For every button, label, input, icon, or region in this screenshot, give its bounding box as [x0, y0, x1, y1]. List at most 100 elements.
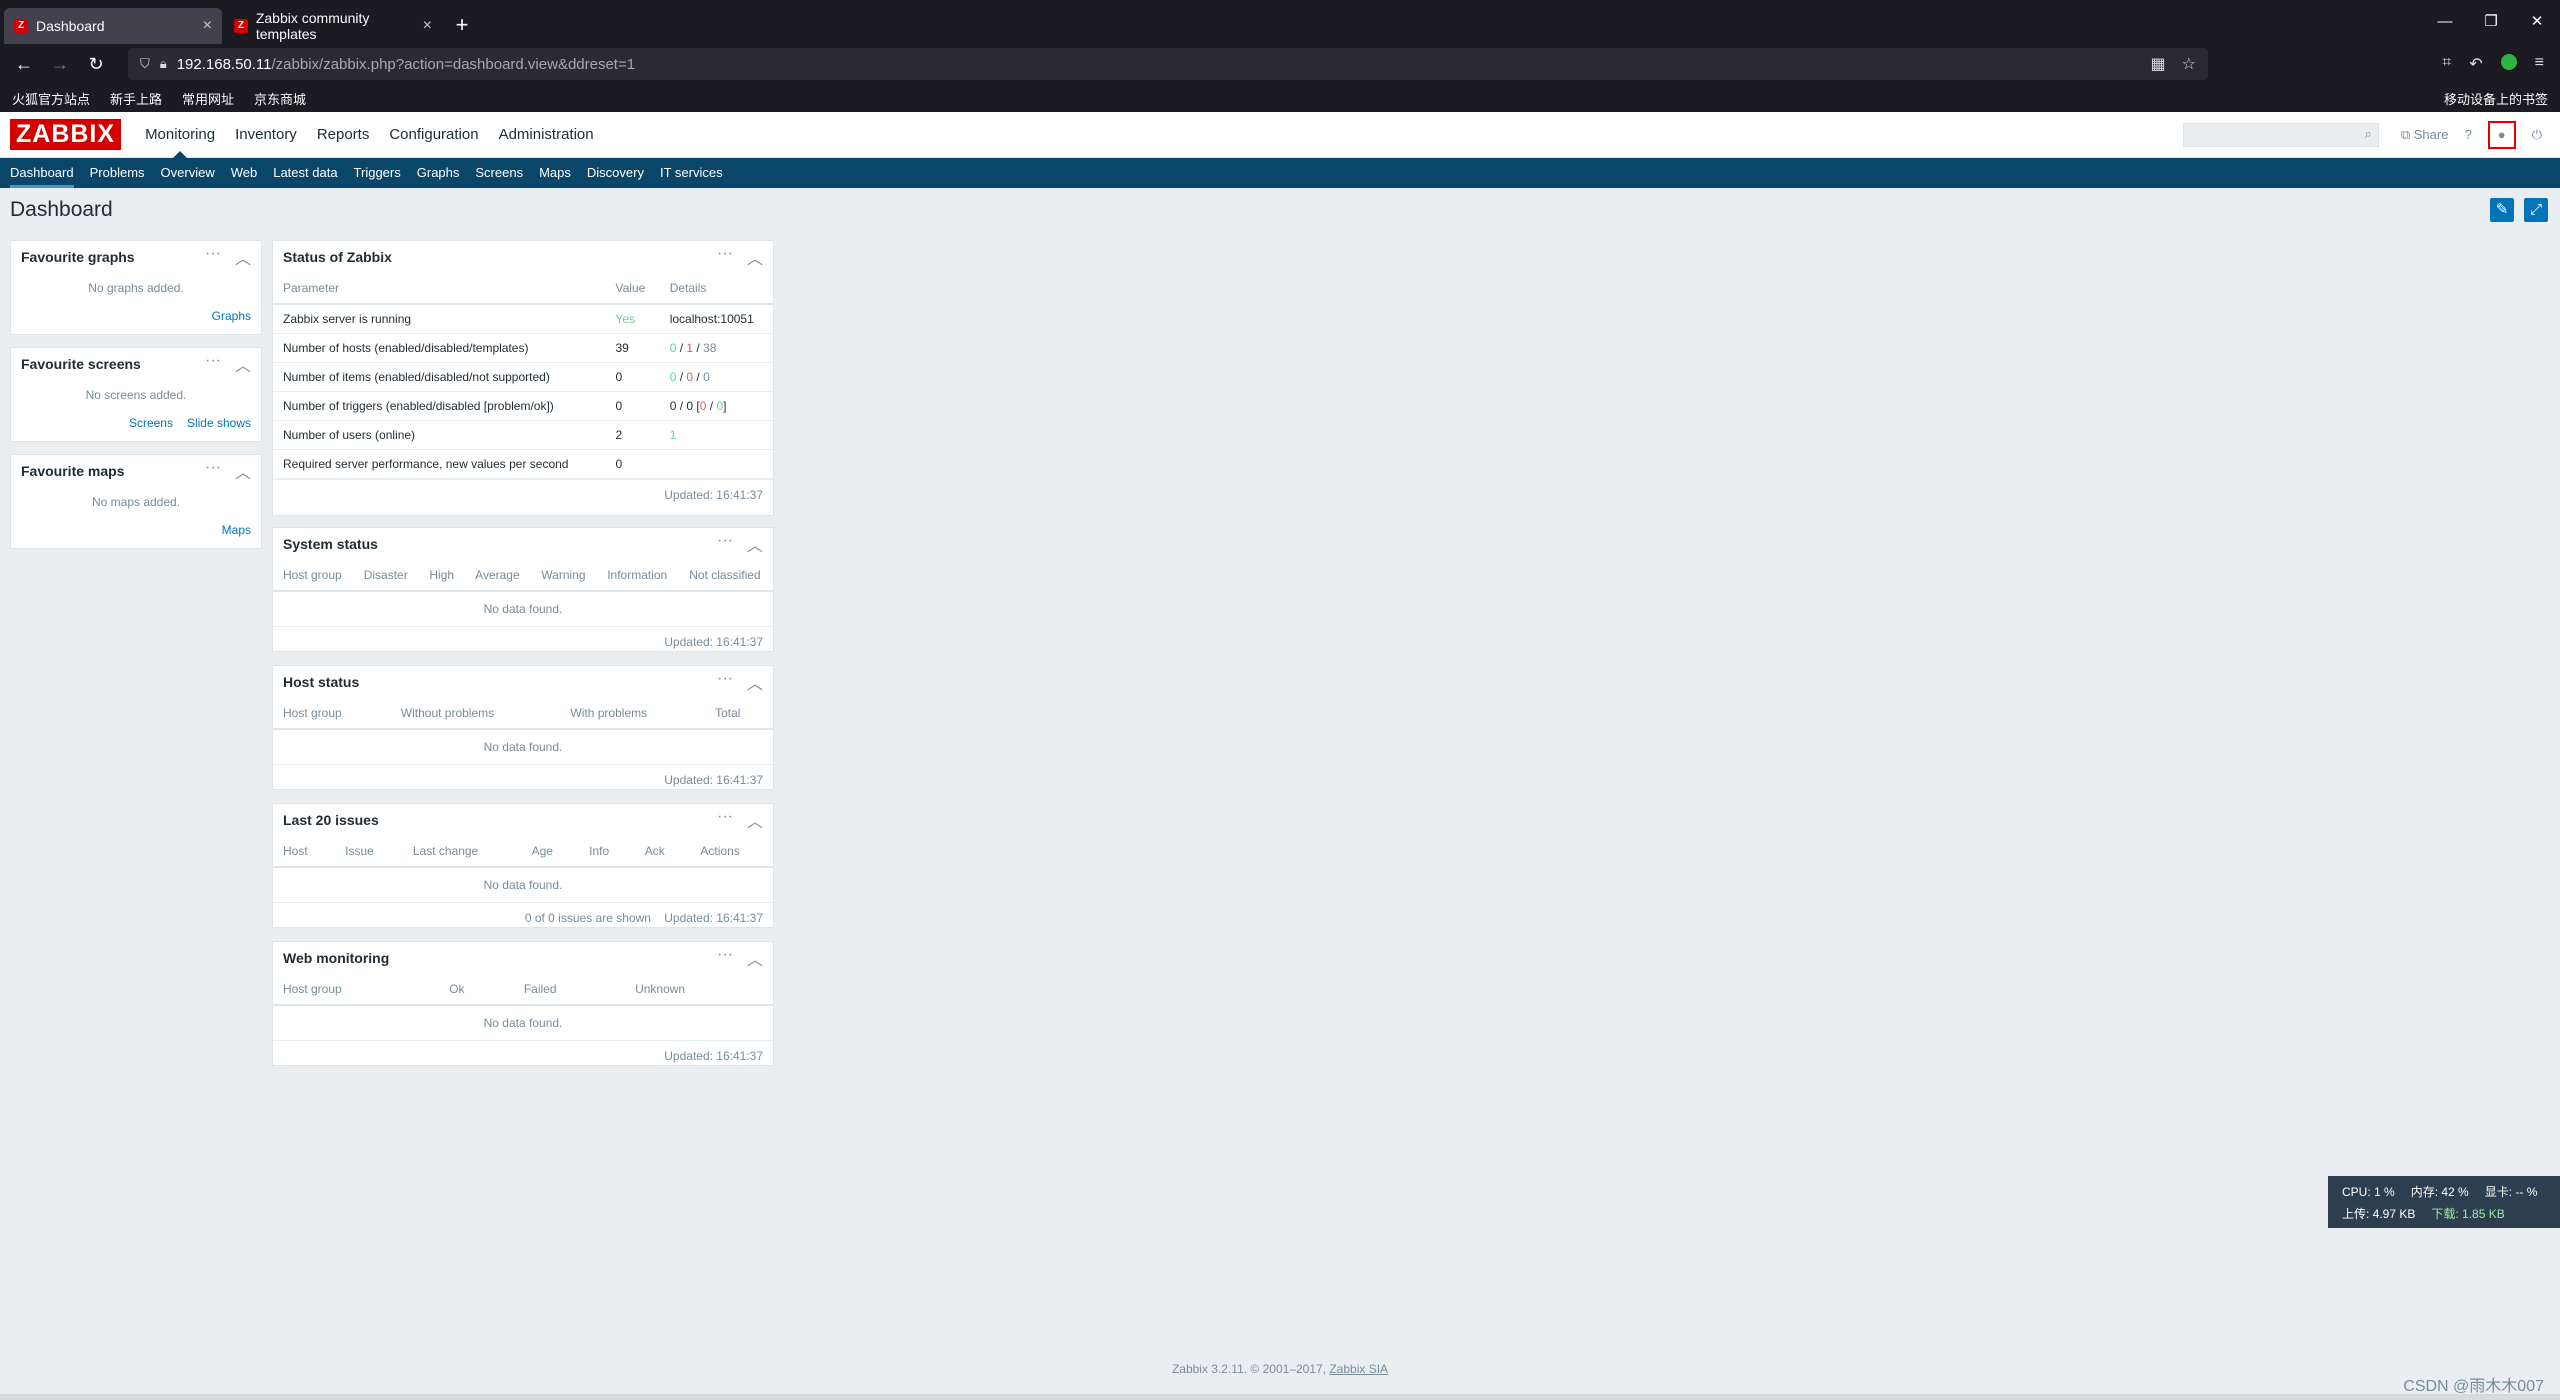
url-bar[interactable]: ⛉ 🔒︎ 192.168.50.11/zabbix/zabbix.php?act…: [128, 48, 2208, 80]
collapse-icon[interactable]: ︿: [747, 808, 763, 832]
col-header: Disaster: [353, 560, 420, 592]
menu-icon[interactable]: ≡: [2535, 54, 2544, 74]
menu-monitoring[interactable]: Monitoring: [135, 112, 225, 158]
collapse-icon[interactable]: ︿: [235, 352, 251, 376]
bookmark-item[interactable]: 常用网址: [182, 89, 234, 108]
updated-time: Updated: 16:41:37: [273, 479, 773, 510]
new-tab-button[interactable]: +: [444, 8, 480, 44]
detail-disabled: 0: [686, 370, 694, 384]
widget-title: Last 20 issues: [283, 812, 379, 828]
tab-label: Dashboard: [36, 18, 105, 34]
submenu-discovery[interactable]: Discovery: [579, 158, 652, 188]
close-tab-icon[interactable]: ×: [423, 17, 432, 35]
url-path: /zabbix/zabbix.php?action=dashboard.view…: [271, 55, 636, 73]
edit-dashboard-button[interactable]: ✎: [2490, 198, 2514, 222]
submenu-maps[interactable]: Maps: [531, 158, 579, 188]
zabbix-logo[interactable]: ZABBIX: [10, 119, 122, 150]
col-header: Without problems: [390, 698, 561, 730]
widget-title: Favourite screens: [21, 356, 141, 372]
mobile-bookmarks[interactable]: 移动设备上的书签: [2444, 89, 2548, 108]
menu-configuration[interactable]: Configuration: [379, 112, 488, 158]
col-header: Host group: [273, 560, 354, 592]
zabbix-sia-link[interactable]: Zabbix SIA: [1329, 1362, 1388, 1376]
submenu-triggers[interactable]: Triggers: [346, 158, 409, 188]
submenu-graphs[interactable]: Graphs: [409, 158, 468, 188]
system-monitor-overlay: CPU: 1 % 内存: 42 % 显卡: -- % 上传: 4.97 KB 下…: [2328, 1176, 2560, 1228]
submenu-dashboard[interactable]: Dashboard: [2, 158, 82, 188]
no-data-text: No data found.: [273, 1006, 773, 1041]
collapse-icon[interactable]: ︿: [235, 459, 251, 483]
submenu-web[interactable]: Web: [223, 158, 266, 188]
crop-icon[interactable]: ⌗: [2442, 54, 2451, 74]
screens-link[interactable]: Screens: [129, 416, 173, 430]
more-icon[interactable]: ···: [717, 245, 733, 269]
details-cell: [659, 449, 773, 479]
value-cell: 0: [605, 449, 660, 479]
search-input[interactable]: ⌕: [2182, 122, 2379, 147]
col-header: Age: [521, 836, 580, 868]
collapse-icon[interactable]: ︿: [747, 670, 763, 694]
bookmark-item[interactable]: 京东商城: [254, 89, 306, 108]
graphs-link[interactable]: Graphs: [212, 309, 251, 323]
logout-icon[interactable]: ⏻: [2532, 127, 2542, 143]
more-icon[interactable]: ···: [205, 245, 221, 269]
menu-reports[interactable]: Reports: [307, 112, 380, 158]
widget-status-of-zabbix: Status of Zabbix ··· ︿ Parameter Value Det…: [272, 240, 774, 516]
collapse-icon[interactable]: ︿: [747, 946, 763, 970]
maps-link[interactable]: Maps: [222, 523, 251, 537]
widget-favourite-graphs: Favourite graphs ··· ︿ No graphs added. Gr…: [10, 240, 262, 335]
submenu-problems[interactable]: Problems: [82, 158, 153, 188]
more-icon[interactable]: ···: [205, 352, 221, 376]
share-button[interactable]: ⧉ Share: [2401, 127, 2449, 143]
minimize-icon[interactable]: —: [2422, 0, 2468, 44]
param-cell: Zabbix server is running: [273, 304, 606, 334]
widget-title: Host status: [283, 674, 360, 690]
submenu-latest-data[interactable]: Latest data: [265, 158, 345, 188]
qr-code-icon[interactable]: ▦: [2151, 54, 2166, 74]
close-window-icon[interactable]: ✕: [2514, 0, 2560, 44]
shield-icon[interactable]: ⛉: [140, 56, 150, 72]
col-header: Last change: [402, 836, 522, 868]
restore-icon[interactable]: ❐: [2468, 0, 2514, 44]
search-icon[interactable]: ⌕: [2365, 126, 2372, 142]
param-cell: Number of users (online): [273, 420, 606, 450]
widget-last-20-issues: Last 20 issues ··· ︿ Host Issue Last chang…: [272, 803, 774, 928]
more-icon[interactable]: ···: [717, 670, 733, 694]
more-icon[interactable]: ···: [717, 946, 733, 970]
submenu-it-services[interactable]: IT services: [652, 158, 731, 188]
col-header: Issue: [335, 836, 403, 868]
back-icon[interactable]: ←: [8, 48, 40, 80]
fullscreen-button[interactable]: ⤢: [2524, 198, 2548, 222]
menu-administration[interactable]: Administration: [489, 112, 604, 158]
more-icon[interactable]: ···: [205, 459, 221, 483]
col-header: Details: [659, 273, 773, 305]
tab-zabbix-templates[interactable]: Z Zabbix community templates ×: [224, 8, 442, 44]
url-host: 192.168.50.11: [176, 55, 272, 73]
bottom-bar: [0, 1394, 2560, 1400]
reload-icon[interactable]: ↻: [80, 48, 112, 80]
bookmark-star-icon[interactable]: ☆: [2182, 54, 2196, 74]
download-speed: 下载: 1.85 KB: [2431, 1207, 2505, 1221]
help-button[interactable]: ?: [2464, 127, 2471, 142]
submenu-overview[interactable]: Overview: [153, 158, 223, 188]
user-profile-button[interactable]: ●: [2487, 120, 2516, 149]
bookmark-item[interactable]: 火狐官方站点: [12, 89, 90, 108]
collapse-icon[interactable]: ︿: [235, 245, 251, 269]
bookmark-item[interactable]: 新手上路: [110, 89, 162, 108]
issues-shown-count: 0 of 0 issues are shown: [524, 911, 651, 925]
tab-dashboard[interactable]: Z Dashboard ×: [4, 8, 222, 44]
close-tab-icon[interactable]: ×: [203, 17, 212, 35]
collapse-icon[interactable]: ︿: [747, 245, 763, 269]
submenu-screens[interactable]: Screens: [467, 158, 531, 188]
extension-icon[interactable]: [2500, 54, 2517, 70]
slide-shows-link[interactable]: Slide shows: [187, 416, 251, 430]
menu-inventory[interactable]: Inventory: [225, 112, 307, 158]
collapse-icon[interactable]: ︿: [747, 532, 763, 556]
more-icon[interactable]: ···: [717, 532, 733, 556]
forward-icon[interactable]: →: [44, 48, 76, 80]
more-icon[interactable]: ···: [717, 808, 733, 832]
tab-bar: Z Dashboard × Z Zabbix community templat…: [0, 0, 2560, 44]
widget-title: Favourite maps: [21, 463, 125, 479]
value-cell: 39: [605, 333, 660, 363]
undo-icon[interactable]: ↶: [2469, 54, 2482, 74]
